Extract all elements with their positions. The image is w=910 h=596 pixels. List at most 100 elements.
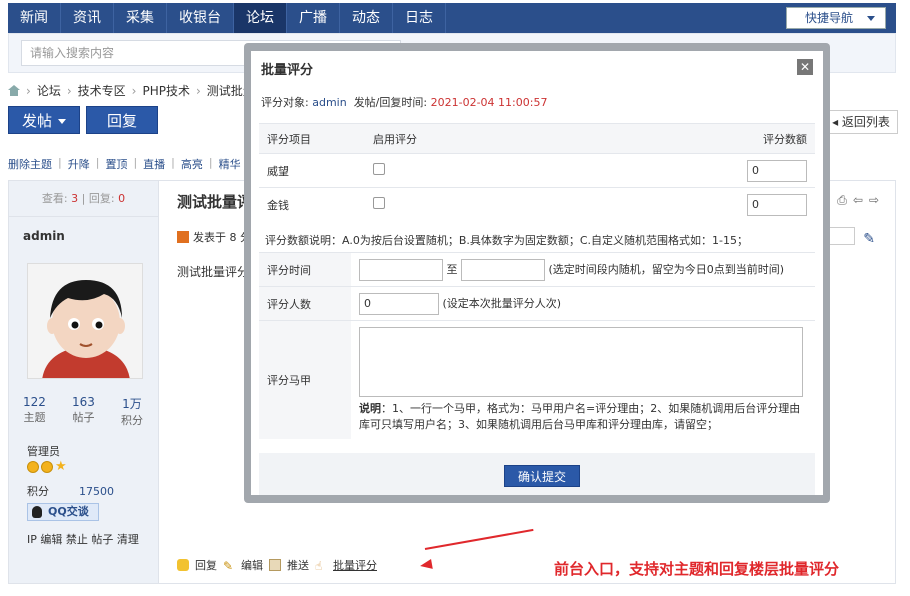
views-count: 3 xyxy=(71,192,79,205)
table-header: 评分项目 启用评分 评分数额 xyxy=(259,123,815,154)
divider: | xyxy=(208,156,213,169)
enable-checkbox[interactable] xyxy=(373,197,385,210)
thread-title: 测试批量评 xyxy=(177,193,253,211)
enable-checkbox[interactable] xyxy=(373,163,385,175)
author-sidebar: 查看: 3 | 回复: 0 admin 122 主题 163 帖子 1万积分 xyxy=(9,181,159,583)
mod-live[interactable]: 直播 xyxy=(143,156,165,172)
vest-row-label: 评分马甲 xyxy=(259,320,351,439)
top-nav: 新闻 资讯 采集 收银台 论坛 广播 动态 日志 快捷导航 xyxy=(8,3,896,33)
breadcrumb-sep: › xyxy=(195,83,201,98)
wrench-icon[interactable]: ✎ xyxy=(863,231,875,247)
qq-penguin-icon xyxy=(32,506,42,518)
star-icon: ★ xyxy=(55,459,67,474)
vest-row: 评分马甲 说明：1、一行一个马甲，格式为：马甲用户名=评分理由；2、如果随机调用… xyxy=(259,320,815,439)
thread-actions: ⎙ ⇦ ⇨ xyxy=(837,193,879,208)
nav-item-broadcast[interactable]: 广播 xyxy=(287,3,340,33)
divider: | xyxy=(171,156,175,169)
reply-icon xyxy=(177,559,189,571)
chevron-down-icon xyxy=(867,16,875,21)
prev-thread-icon[interactable]: ⇦ xyxy=(853,193,863,208)
rate-items-table: 评分项目 启用评分 评分数额 威望 0 金钱 0 xyxy=(259,123,815,222)
nav-item-collect[interactable]: 采集 xyxy=(114,3,167,33)
stat-label: 积分 xyxy=(121,414,143,427)
close-icon[interactable]: ✕ xyxy=(797,59,813,75)
toolbar-reply[interactable]: 回复 xyxy=(195,557,217,573)
mod-sticky[interactable]: 置顶 xyxy=(105,156,127,172)
toolbar-batch-rate[interactable]: 批量评分 xyxy=(333,557,377,573)
amount-explain: 评分数额说明：A.0为按后台设置随机；B.具体数字为固定数额；C.自定义随机范围… xyxy=(265,234,749,247)
nav-item-cashier[interactable]: 收银台 xyxy=(167,3,234,33)
stat-value: 1万 xyxy=(122,397,142,411)
batch-rate-dialog: 批量评分 ✕ 评分对象: admin 发帖/回复时间: 2021-02-04 1… xyxy=(251,51,823,495)
next-thread-icon[interactable]: ⇨ xyxy=(869,193,879,208)
admin-links[interactable]: IP 编辑 禁止 帖子 清理 xyxy=(27,531,139,547)
user-group[interactable]: 管理员 xyxy=(27,443,60,459)
mod-bump[interactable]: 升降 xyxy=(68,156,90,172)
vest-note: 说明：1、一行一个马甲，格式为：马甲用户名=评分理由；2、如果随机调用后台评分理… xyxy=(359,401,807,433)
time-value: 2021-02-04 11:00:57 xyxy=(430,96,548,109)
pencil-icon: ✎ xyxy=(223,559,234,573)
mod-delete[interactable]: 删除主题 xyxy=(8,156,52,172)
annotation-text: 前台入口，支持对主题和回复楼层批量评分 xyxy=(554,560,840,578)
amount-input[interactable]: 0 xyxy=(747,193,807,216)
target-user: admin xyxy=(312,96,347,109)
amount-input[interactable]: 0 xyxy=(747,159,807,182)
points-label: 积分 xyxy=(27,485,49,498)
thread-stats: 查看: 3 | 回复: 0 xyxy=(9,181,158,217)
mod-highlight[interactable]: 高亮 xyxy=(181,156,203,172)
toolbar-edit[interactable]: 编辑 xyxy=(241,557,263,573)
divider: | xyxy=(133,156,138,169)
points-line: 积分 17500 xyxy=(27,483,114,499)
count-row-label: 评分人数 xyxy=(259,286,351,321)
quick-nav-button[interactable]: 快捷导航 xyxy=(786,7,886,29)
print-icon[interactable]: ⎙ xyxy=(837,193,847,208)
divider: | xyxy=(95,156,100,169)
count-hint: (设定本次批量评分人次) xyxy=(442,296,562,310)
reply-button[interactable]: 回复 xyxy=(86,106,158,134)
stat-credits[interactable]: 1万积分 xyxy=(121,395,143,428)
stat-label: 主题 xyxy=(23,411,46,424)
row-name: 威望 xyxy=(259,153,365,188)
home-icon[interactable] xyxy=(8,85,20,96)
chevron-down-icon xyxy=(58,119,66,124)
count-row: 评分人数 0 (设定本次批量评分人次) xyxy=(259,286,815,321)
confirm-submit-button[interactable]: 确认提交 xyxy=(504,465,580,487)
post-button[interactable]: 发帖 xyxy=(8,106,80,134)
annotation-arrowhead xyxy=(419,559,433,571)
breadcrumb-forum[interactable]: 论坛 xyxy=(37,82,61,99)
nav-item-feed[interactable]: 动态 xyxy=(340,3,393,33)
target-label: 评分对象: xyxy=(261,96,309,109)
end-time-input[interactable] xyxy=(461,258,545,281)
stat-posts[interactable]: 163 帖子 xyxy=(72,395,95,428)
author-name[interactable]: admin xyxy=(9,217,158,255)
breadcrumb-tech[interactable]: 技术专区 xyxy=(78,82,126,99)
table-row: 金钱 0 xyxy=(259,187,815,222)
push-icon xyxy=(269,559,281,571)
count-input[interactable]: 0 xyxy=(359,292,439,315)
nav-item-info[interactable]: 资讯 xyxy=(61,3,114,33)
stat-threads[interactable]: 122 主题 xyxy=(23,395,46,428)
breadcrumb-php[interactable]: PHP技术 xyxy=(142,82,190,99)
qq-chat-label: QQ交谈 xyxy=(48,505,89,518)
time-row-label: 评分时间 xyxy=(259,252,351,287)
post-toolbar: 回复 ✎ 编辑 推送 ☝ 批量评分 xyxy=(177,557,377,573)
start-time-input[interactable] xyxy=(359,258,443,281)
thumb-icon: ☝ xyxy=(315,559,323,573)
avatar-image xyxy=(28,264,142,378)
col-enable: 启用评分 xyxy=(365,123,564,154)
quick-nav-label: 快捷导航 xyxy=(805,11,854,25)
table-row: 威望 0 xyxy=(259,153,815,188)
avatar[interactable] xyxy=(27,263,143,379)
nav-item-forum[interactable]: 论坛 xyxy=(234,3,287,33)
author-stats: 122 主题 163 帖子 1万积分 xyxy=(23,395,143,428)
toolbar-push[interactable]: 推送 xyxy=(287,557,309,573)
mod-digest[interactable]: 精华 xyxy=(219,156,241,172)
qq-chat-button[interactable]: QQ交谈 xyxy=(27,503,99,521)
col-item: 评分项目 xyxy=(259,123,365,154)
back-to-list-button[interactable]: ◂ 返回列表 xyxy=(824,110,898,134)
post-button-label: 发帖 xyxy=(21,112,52,130)
vest-textarea[interactable] xyxy=(359,327,803,397)
nav-item-blog[interactable]: 日志 xyxy=(393,3,446,33)
replies-label: 回复: xyxy=(88,192,115,205)
nav-item-news[interactable]: 新闻 xyxy=(8,3,61,33)
